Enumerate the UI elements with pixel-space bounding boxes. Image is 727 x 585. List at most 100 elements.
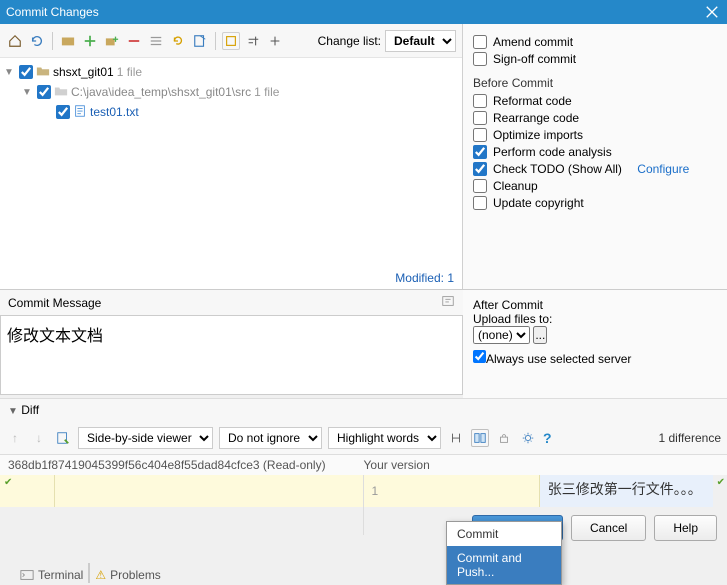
tree-item-label: shsxt_git01 bbox=[53, 65, 114, 79]
ignore-select[interactable]: Do not ignore bbox=[219, 427, 322, 449]
cancel-button[interactable]: Cancel bbox=[571, 515, 646, 541]
modified-count: Modified: 1 bbox=[0, 267, 462, 289]
tree-checkbox[interactable] bbox=[19, 65, 33, 79]
revert-icon[interactable] bbox=[169, 32, 187, 50]
help-icon[interactable]: ? bbox=[543, 430, 552, 446]
commit-message-label: Commit Message bbox=[8, 296, 101, 310]
tree-child[interactable]: ▼ C:\java\idea_temp\shsxt_git01\src 1 fi… bbox=[0, 82, 462, 102]
home-icon[interactable] bbox=[6, 32, 24, 50]
diff-gutter-left: ✔ bbox=[0, 475, 55, 507]
commit-message-input[interactable] bbox=[0, 315, 463, 395]
reformat-checkbox[interactable] bbox=[473, 94, 487, 108]
help-button[interactable]: Help bbox=[654, 515, 717, 541]
tree-file[interactable]: test01.txt bbox=[0, 102, 462, 122]
chevron-down-icon: ▼ bbox=[8, 406, 18, 417]
diff-section-header[interactable]: ▼ Diff bbox=[0, 398, 727, 421]
copyright-checkbox[interactable] bbox=[473, 196, 487, 210]
diff-right-text: 张三修改第一行文件。。。 bbox=[540, 475, 713, 507]
signoff-label: Sign-off commit bbox=[493, 52, 576, 66]
prev-diff-icon[interactable]: ↑ bbox=[6, 429, 24, 447]
rearrange-label: Rearrange code bbox=[493, 111, 579, 125]
window-title: Commit Changes bbox=[6, 5, 99, 19]
diff-count: 1 difference bbox=[659, 431, 722, 445]
folder-icon bbox=[54, 84, 68, 101]
remove-icon[interactable] bbox=[125, 32, 143, 50]
upload-browse-button[interactable]: ... bbox=[533, 326, 547, 344]
always-server-checkbox[interactable] bbox=[473, 350, 486, 363]
commit-push-menuitem[interactable]: Commit and Push... bbox=[447, 546, 561, 584]
commit-menuitem[interactable]: Commit bbox=[447, 522, 561, 546]
upload-select[interactable]: (none) bbox=[473, 326, 530, 344]
chevron-down-icon[interactable]: ▼ bbox=[22, 87, 34, 98]
configure-link[interactable]: Configure bbox=[637, 162, 689, 176]
always-server-label: Always use selected server bbox=[486, 352, 631, 366]
amend-checkbox[interactable] bbox=[473, 35, 487, 49]
refresh-icon[interactable] bbox=[28, 32, 46, 50]
diff-left-text bbox=[55, 475, 363, 507]
folder-icon[interactable] bbox=[59, 32, 77, 50]
after-commit-label: After Commit bbox=[473, 298, 717, 312]
copyright-label: Update copyright bbox=[493, 196, 584, 210]
bottom-tool-tabs: Terminal ⚠ Problems bbox=[0, 565, 181, 585]
list-icon[interactable] bbox=[147, 32, 165, 50]
tree-item-label: test01.txt bbox=[90, 105, 139, 119]
changelist-select[interactable]: Default bbox=[385, 30, 456, 52]
tree-item-count: 1 file bbox=[254, 85, 279, 99]
amend-label: Amend commit bbox=[493, 35, 573, 49]
file-icon bbox=[73, 104, 87, 121]
diff-label: Diff bbox=[21, 403, 39, 417]
upload-label: Upload files to: bbox=[473, 312, 717, 326]
check-icon: ✔ bbox=[4, 477, 12, 488]
rearrange-checkbox[interactable] bbox=[473, 111, 487, 125]
collapse-icon[interactable] bbox=[266, 32, 284, 50]
todo-label: Check TODO (Show All) bbox=[493, 162, 622, 176]
lock-icon[interactable] bbox=[495, 429, 513, 447]
warning-icon: ⚠ bbox=[95, 568, 106, 582]
sync-scroll-icon[interactable] bbox=[471, 429, 489, 447]
changes-toolbar: Change list: Default bbox=[0, 24, 462, 58]
cleanup-label: Cleanup bbox=[493, 179, 538, 193]
problems-tab[interactable]: ⚠ Problems bbox=[95, 568, 160, 582]
tree-checkbox[interactable] bbox=[37, 85, 51, 99]
changelist-label: Change list: bbox=[318, 34, 381, 48]
commit-options: Amend commit Sign-off commit Before Comm… bbox=[463, 24, 727, 289]
diff-left-header: 368db1f87419045399f56c404e8f55dad84cfce3… bbox=[8, 458, 364, 472]
terminal-tab[interactable]: Terminal bbox=[20, 568, 83, 582]
group-icon[interactable] bbox=[222, 32, 240, 50]
viewer-select[interactable]: Side-by-side viewer bbox=[78, 427, 213, 449]
cleanup-checkbox[interactable] bbox=[473, 179, 487, 193]
line-number: 1 bbox=[372, 484, 379, 498]
tree-item-count: 1 file bbox=[117, 65, 142, 79]
signoff-checkbox[interactable] bbox=[473, 52, 487, 66]
tree-checkbox[interactable] bbox=[56, 105, 70, 119]
check-icon: ✔ bbox=[717, 477, 725, 488]
titlebar: Commit Changes bbox=[0, 0, 727, 24]
next-diff-icon[interactable]: ↓ bbox=[30, 429, 48, 447]
optimize-checkbox[interactable] bbox=[473, 128, 487, 142]
diff-right-header: Your version bbox=[364, 458, 430, 472]
analysis-label: Perform code analysis bbox=[493, 145, 612, 159]
add-dir-icon[interactable] bbox=[103, 32, 121, 50]
analysis-checkbox[interactable] bbox=[473, 145, 487, 159]
tree-item-label: C:\java\idea_temp\shsxt_git01\src bbox=[71, 85, 251, 99]
reformat-label: Reformat code bbox=[493, 94, 572, 108]
optimize-label: Optimize imports bbox=[493, 128, 583, 142]
diff-toolbar: ↑ ↓ Side-by-side viewer Do not ignore Hi… bbox=[0, 421, 727, 455]
expand-icon[interactable] bbox=[244, 32, 262, 50]
collapse-diff-icon[interactable] bbox=[447, 429, 465, 447]
folder-icon bbox=[36, 64, 50, 81]
chevron-down-icon[interactable]: ▼ bbox=[4, 67, 16, 78]
highlight-select[interactable]: Highlight words bbox=[328, 427, 441, 449]
close-icon[interactable] bbox=[703, 3, 721, 21]
changes-tree: ▼ shsxt_git01 1 file ▼ C:\java\idea_temp… bbox=[0, 58, 462, 267]
diff-gutter-right: 1 bbox=[364, 475, 540, 507]
jump-icon[interactable] bbox=[54, 429, 72, 447]
diff-icon[interactable] bbox=[191, 32, 209, 50]
gear-icon[interactable] bbox=[519, 429, 537, 447]
add-icon[interactable] bbox=[81, 32, 99, 50]
history-icon[interactable] bbox=[441, 294, 455, 311]
commit-dropdown: Commit Commit and Push... bbox=[446, 521, 562, 585]
tree-root[interactable]: ▼ shsxt_git01 1 file bbox=[0, 62, 462, 82]
todo-checkbox[interactable] bbox=[473, 162, 487, 176]
before-commit-label: Before Commit bbox=[473, 76, 717, 90]
